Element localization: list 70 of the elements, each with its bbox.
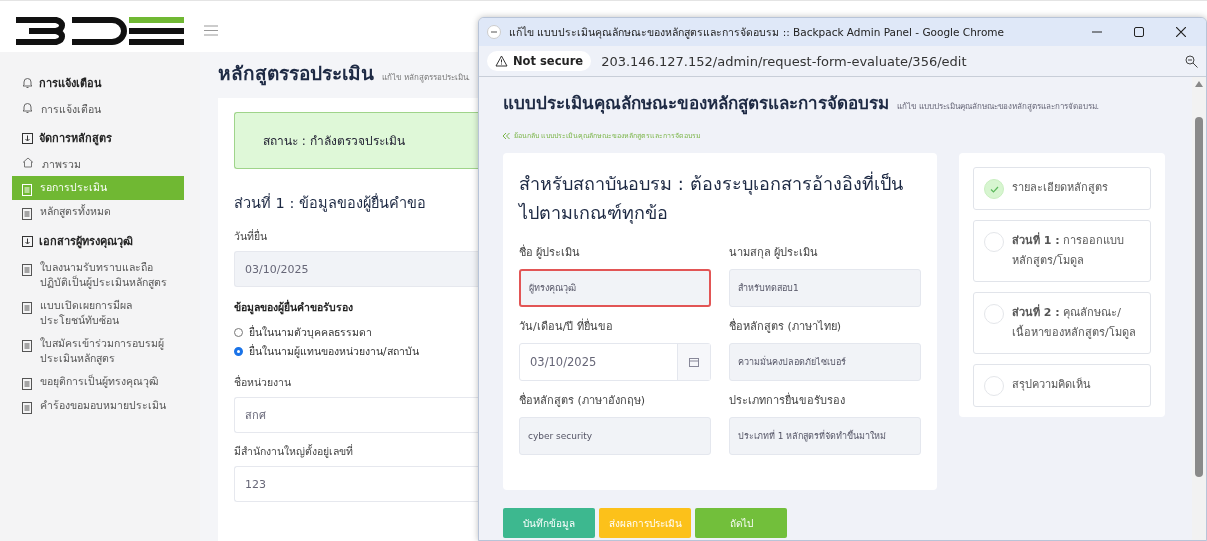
- bell-icon: [22, 77, 33, 89]
- site-icon: [487, 25, 501, 39]
- sidebar-section-title: จัดการหลักสูตร: [39, 131, 112, 147]
- input-field[interactable]: สำหรับทดสอบ1: [729, 269, 921, 307]
- zoom-icon[interactable]: [1185, 54, 1198, 68]
- input-field[interactable]: ผู้ทรงคุณวุฒิ: [519, 269, 711, 307]
- home-icon: [22, 157, 34, 168]
- document-icon: [22, 402, 32, 414]
- document-icon: [22, 208, 32, 220]
- scrollbar[interactable]: [1192, 77, 1206, 540]
- security-badge[interactable]: Not secure: [487, 51, 592, 71]
- scroll-up-icon[interactable]: [1195, 81, 1203, 87]
- bell-icon: [22, 102, 33, 114]
- sidebar-item[interactable]: ใบสมัครเข้าร่วมการอบรมผู้ประเมินหลักสูตร: [12, 332, 184, 370]
- sidebar-section-title: เอกสารผู้ทรงคุณวุฒิ: [39, 234, 133, 250]
- page-title: หลักสูตรรอประเมิน: [218, 61, 374, 88]
- radio-button[interactable]: [234, 328, 243, 337]
- sidebar-section-title: การแจ้งเตือน: [39, 76, 102, 92]
- input-field[interactable]: ประเภทที่ 1 หลักสูตรที่จัดทำขึ้นมาใหม่: [729, 417, 921, 455]
- field-label: มีสำนักงานใหญ่ตั้งอยู่เลขที่: [234, 443, 354, 460]
- input-field[interactable]: สกศ: [234, 397, 478, 433]
- field-label: ประเภทการยื่นขอรับรอง: [729, 391, 846, 409]
- field-label: ชื่อหน่วยงาน: [234, 374, 292, 390]
- document-icon: [22, 302, 32, 314]
- maximize-icon: [1134, 27, 1144, 37]
- page-subtitle: แก้ไข หลักสูตรรอประเมิน.: [382, 72, 471, 84]
- input-field[interactable]: ความมั่นคงปลอดภัยไซเบอร์: [729, 343, 921, 381]
- step-item[interactable]: สรุปความคิดเห็น: [973, 364, 1151, 407]
- subsection-heading: ข้อมูลของผู้ยื่นคำขอรับรอง: [234, 299, 354, 316]
- address-field[interactable]: 203.146.127.152/admin/request-form-evaluate/356/edit: [601, 53, 1175, 69]
- field-label: ชื่อหลักสูตร (ภาษาไทย): [729, 317, 843, 335]
- date-field[interactable]: 03/10/2025: [234, 251, 478, 287]
- menu-icon[interactable]: [204, 25, 218, 36]
- step-item[interactable]: ส่วนที่ 2 : คุณลักษณะ/เนื้อหาของหลักสูตร/โมดูล: [973, 292, 1151, 354]
- status-banner: สถานะ : กำลังตรวจประเมิน: [234, 112, 478, 169]
- close-icon: [1176, 27, 1186, 37]
- box-icon: [22, 132, 33, 144]
- radio-label: ยื่นในนามผู้แทนของหน่วยงาน/สถาบัน: [249, 343, 419, 360]
- document-icon: [22, 184, 32, 196]
- step-item[interactable]: รายละเอียดหลักสูตร: [973, 167, 1151, 210]
- sidebar-item[interactable]: ขอยุติการเป็นผู้ทรงคุณวุฒิ: [12, 370, 184, 394]
- form-heading: สำหรับสถาบันอบรม : ต้องระบุเอกสารอ้างอิงที่เป็นไปตามเกณฑ์ทุกข้อ: [519, 170, 904, 226]
- input-field[interactable]: 123: [234, 466, 478, 502]
- scrollbar-thumb[interactable]: [1195, 117, 1203, 477]
- radio-label: ยื่นในนามตัวบุคคลธรรมดา: [249, 324, 372, 341]
- sidebar-item[interactable]: หลักสูตรทั้งหมด: [12, 200, 184, 224]
- window-title: แก้ไข แบบประเมินคุณลักษณะของหลักสูตรและการจัดอบรม :: Backpack Admin Panel - Google Chrome: [509, 24, 1005, 41]
- date-field[interactable]: 03/10/2025: [519, 343, 711, 381]
- step-item[interactable]: ส่วนที่ 1 : การออกแบบหลักสูตร/โมดูล: [973, 220, 1151, 282]
- sidebar-item[interactable]: การแจ้งเตือน: [12, 98, 184, 121]
- radio-button[interactable]: [234, 347, 243, 356]
- page-title: แบบประเมินคุณลักษณะของหลักสูตรและการจัดอบรม: [503, 92, 889, 116]
- document-icon: [22, 378, 32, 390]
- document-icon: [22, 264, 32, 276]
- sidebar-item[interactable]: ใบลงนามรับทราบและถือปฏิบัติเป็นผู้ประเมินหลักสูตร: [12, 256, 184, 294]
- sidebar-item[interactable]: แบบเปิดเผยการมีผลประโยชน์ทับซ้อน: [12, 294, 184, 332]
- input-field[interactable]: cyber security: [519, 417, 711, 455]
- field-label: นามสกุล ผู้ประเมิน: [729, 245, 820, 261]
- box-icon: [22, 235, 33, 247]
- double-chevron-icon: [503, 132, 510, 139]
- field-label: ชื่อหลักสูตร (ภาษาอังกฤษ): [519, 391, 647, 409]
- calendar-icon[interactable]: [689, 357, 699, 367]
- sidebar-item[interactable]: ภาพรวม: [12, 153, 184, 176]
- section-title: ส่วนที่ 1 : ข้อมูลของผู้ยื่นคำขอ: [234, 192, 427, 214]
- document-icon: [22, 340, 32, 352]
- field-label: ชื่อ ผู้ประเมิน: [519, 243, 582, 261]
- page-subtitle: แก้ไข แบบประเมินคุณลักษณะของหลักสูตรและการจัดอบรม.: [897, 101, 1100, 113]
- field-label: วันที่ยื่น: [234, 228, 268, 244]
- field-label: วัน/เดือน/ปี ที่ยื่นขอ: [519, 317, 614, 335]
- sidebar-item[interactable]: คำร้องขอมอบหมายประเมิน: [12, 394, 184, 418]
